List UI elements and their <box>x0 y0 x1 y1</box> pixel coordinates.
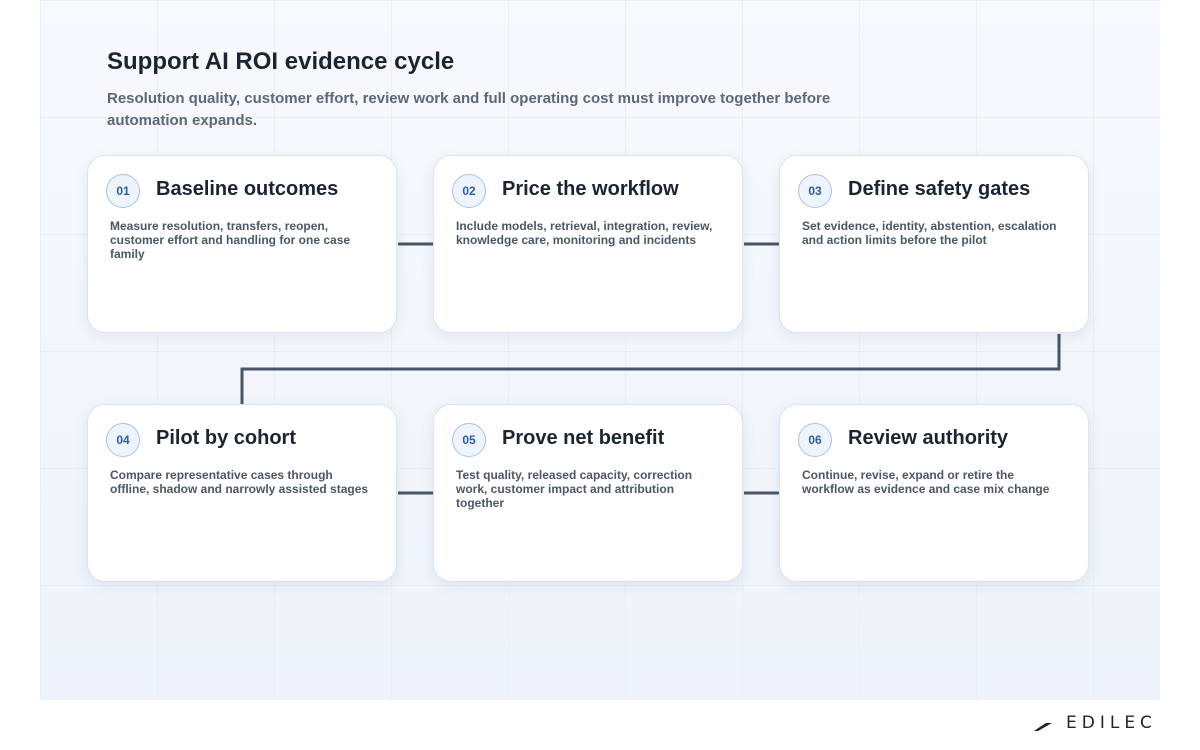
step-number-badge: 04 <box>106 423 140 457</box>
step-number-badge: 05 <box>452 423 486 457</box>
step-card-06: 06 Review authority Continue, revise, ex… <box>779 404 1089 582</box>
step-title: Review authority <box>848 427 1009 449</box>
step-description: Set evidence, identity, abstention, esca… <box>802 219 1057 247</box>
step-card-01: 01 Baseline outcomes Measure resolution,… <box>87 155 397 333</box>
connectors <box>240 242 1061 495</box>
step-title: Pilot by cohort <box>156 427 296 449</box>
step-description: Compare representative cases through off… <box>110 468 369 496</box>
step-number-badge: 06 <box>798 423 832 457</box>
step-number-badge: 03 <box>798 174 832 208</box>
step-card-02: 02 Price the workflow Include models, re… <box>433 155 743 333</box>
step-title: Prove net benefit <box>502 427 665 449</box>
step-card-03: 03 Define safety gates Set evidence, ide… <box>779 155 1089 333</box>
connector-03-04 <box>240 334 1061 404</box>
brand-name: EDILEC <box>1066 713 1157 733</box>
brand-logo: EDILEC <box>1032 712 1157 734</box>
brand-logo-icon <box>1034 715 1058 731</box>
step-description: Continue, revise, expand or retire the w… <box>802 468 1050 496</box>
step-title: Define safety gates <box>848 178 1031 200</box>
step-description: Include models, retrieval, integration, … <box>456 219 713 247</box>
step-number-badge: 02 <box>452 174 486 208</box>
step-card-05: 05 Prove net benefit Test quality, relea… <box>433 404 743 582</box>
step-card-04: 04 Pilot by cohort Compare representativ… <box>87 404 397 582</box>
step-title: Price the workflow <box>502 178 679 200</box>
step-number-badge: 01 <box>106 174 140 208</box>
step-title: Baseline outcomes <box>156 178 339 200</box>
step-description: Test quality, released capacity, correct… <box>456 468 693 510</box>
step-description: Measure resolution, transfers, reopen, c… <box>110 219 351 261</box>
